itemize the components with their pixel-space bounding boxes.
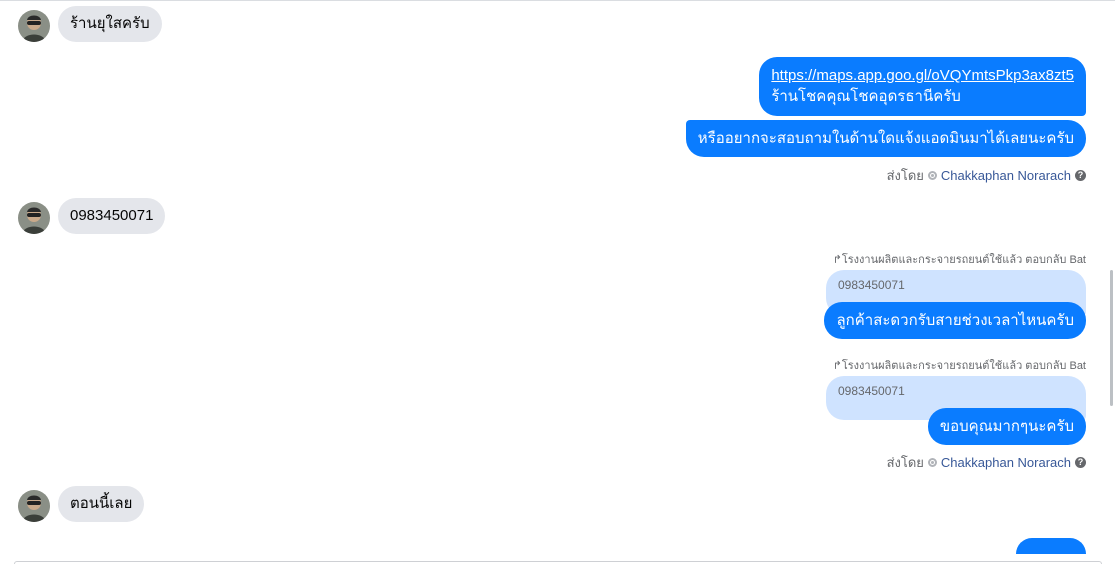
message-text: ร้านโชคคุณโชคอุดรธานีครับ	[771, 88, 961, 105]
sent-by-label: ส่งโดย	[886, 168, 924, 183]
incoming-message[interactable]: ร้านยุใสครับ	[58, 6, 162, 42]
message-text: ขอบคุณมากๆนะครับ	[939, 418, 1074, 435]
incoming-message[interactable]: 0983450071	[58, 198, 166, 234]
scrollbar[interactable]	[1110, 270, 1113, 406]
outgoing-message[interactable]: หรืออยากจะสอบถามในด้านใดแจ้งแอดมินมาได้เ…	[685, 120, 1086, 157]
outgoing-message[interactable]: ขอบคุณมากๆนะครับ	[927, 408, 1086, 445]
sent-by: ส่งโดย Chakkaphan Norarach ?	[887, 452, 1086, 473]
user-avatar-icon	[18, 202, 50, 234]
reply-arrow-icon: ↱	[832, 254, 842, 266]
avatar[interactable]	[18, 490, 50, 522]
avatar[interactable]	[18, 202, 50, 234]
meta-icon	[927, 458, 937, 467]
outgoing-message[interactable]: https://maps.app.goo.gl/oVQYmtsPkp3ax8zt…	[759, 57, 1086, 116]
meta-icon	[927, 171, 937, 180]
incoming-message[interactable]: ตอนนี้เลย	[58, 486, 145, 522]
user-avatar-icon	[18, 490, 50, 522]
reply-hint: ↱โรงงานผลิตและกระจายรถยนต์ใช้แล้ว ตอบกลั…	[832, 254, 1086, 266]
message-text: หรืออยากจะสอบถามในด้านใดแจ้งแอดมินมาได้เ…	[697, 130, 1074, 147]
map-link[interactable]: https://maps.app.goo.gl/oVQYmtsPkp3ax8zt…	[771, 65, 1074, 86]
outgoing-message[interactable]: ลูกค้าสะดวกรับสายช่วงเวลาไหนครับ	[824, 302, 1086, 339]
reply-hint: ↱โรงงานผลิตและกระจายรถยนต์ใช้แล้ว ตอบกลั…	[832, 360, 1086, 372]
question-icon[interactable]: ?	[1075, 170, 1086, 181]
message-text: ลูกค้าสะดวกรับสายช่วงเวลาไหนครับ	[836, 312, 1074, 329]
question-icon[interactable]: ?	[1075, 457, 1086, 468]
sender-name[interactable]: Chakkaphan Norarach	[941, 455, 1071, 470]
user-avatar-icon	[18, 10, 50, 42]
top-divider	[0, 0, 1115, 1]
outgoing-message-partial[interactable]	[1016, 538, 1086, 554]
sent-by-label: ส่งโดย	[886, 455, 924, 470]
avatar[interactable]	[18, 10, 50, 42]
sent-by: ส่งโดย Chakkaphan Norarach ?	[887, 165, 1086, 186]
sender-name[interactable]: Chakkaphan Norarach	[941, 168, 1071, 183]
reply-arrow-icon: ↱	[832, 360, 842, 372]
